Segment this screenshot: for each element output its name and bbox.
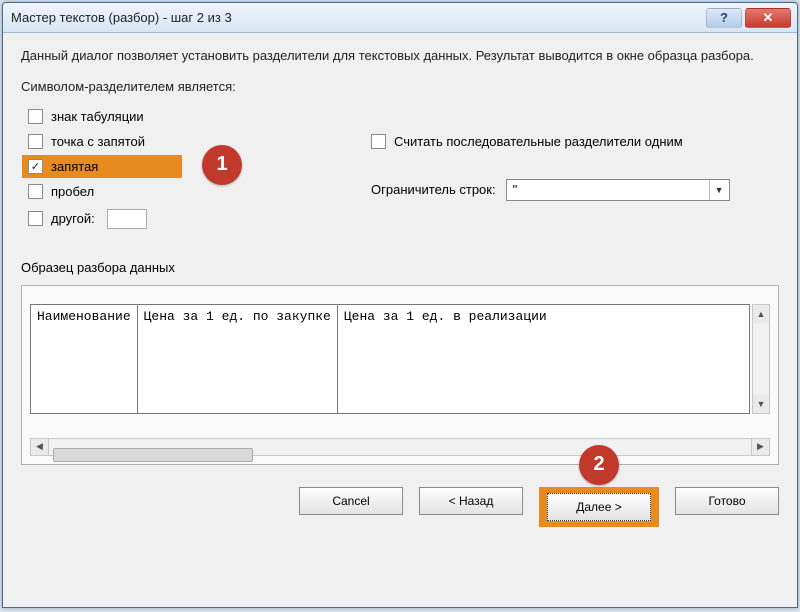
checkbox-label: Считать последовательные разделители одн… [394, 134, 683, 149]
checkbox-icon [28, 159, 43, 174]
text-qualifier-combo[interactable]: " ▼ [506, 179, 730, 201]
titlebar[interactable]: Мастер текстов (разбор) - шаг 2 из 3 ? ✕ [3, 3, 797, 33]
preview-area: Наименование Цена за 1 ед. по закупке Це… [21, 285, 779, 465]
preview-table: Наименование Цена за 1 ед. по закупке Це… [30, 304, 750, 414]
checkbox-label: знак табуляции [51, 109, 144, 124]
checkbox-icon [28, 134, 43, 149]
preview-label: Образец разбора данных [21, 260, 779, 275]
combo-value: " [507, 182, 709, 197]
close-icon: ✕ [763, 10, 774, 26]
button-label: Cancel [332, 494, 369, 508]
cancel-button[interactable]: Cancel [299, 487, 403, 515]
text-qualifier-label: Ограничитель строк: [371, 182, 496, 197]
preview-column: Наименование [31, 305, 138, 413]
next-button-highlight: 2 Далее > [539, 487, 659, 527]
text-qualifier-row: Ограничитель строк: " ▼ [371, 179, 779, 201]
dialog-window: Мастер текстов (разбор) - шаг 2 из 3 ? ✕… [2, 2, 798, 608]
checkbox-semicolon[interactable]: точка с запятой [22, 130, 330, 153]
checkbox-label: точка с запятой [51, 134, 145, 149]
options-row: знак табуляции точка с запятой запятая 1… [21, 104, 779, 242]
button-label: Готово [708, 494, 745, 508]
next-button[interactable]: Далее > [547, 493, 651, 521]
vertical-scrollbar[interactable]: ▲ ▼ [752, 304, 770, 414]
right-options: Считать последовательные разделители одн… [371, 104, 779, 242]
annotation-badge-1: 1 [202, 145, 242, 185]
checkbox-space[interactable]: пробел [22, 180, 330, 203]
close-button[interactable]: ✕ [745, 8, 791, 28]
delimiter-list: знак табуляции точка с запятой запятая 1… [21, 104, 331, 242]
checkbox-icon [28, 211, 43, 226]
checkbox-icon [28, 109, 43, 124]
button-label: Далее > [576, 500, 622, 514]
checkbox-consecutive[interactable]: Считать последовательные разделители одн… [371, 134, 779, 149]
checkbox-icon [371, 134, 386, 149]
dialog-footer: Cancel < Назад 2 Далее > Готово [3, 475, 797, 541]
window-title: Мастер текстов (разбор) - шаг 2 из 3 [11, 10, 706, 25]
chevron-down-icon: ▼ [709, 180, 729, 200]
other-delimiter-input[interactable] [107, 209, 147, 229]
checkbox-icon [28, 184, 43, 199]
scroll-right-icon[interactable]: ▶ [751, 439, 769, 455]
button-label: < Назад [449, 494, 494, 508]
scroll-left-icon[interactable]: ◀ [31, 439, 49, 455]
back-button[interactable]: < Назад [419, 487, 523, 515]
preview-column: Цена за 1 ед. по закупке [138, 305, 338, 413]
scroll-thumb[interactable] [53, 448, 253, 462]
finish-button[interactable]: Готово [675, 487, 779, 515]
dialog-description: Данный диалог позволяет установить разде… [21, 47, 779, 65]
checkbox-label: запятая [51, 159, 98, 174]
delimiter-group-label: Символом-разделителем является: [21, 79, 779, 94]
preview-column: Цена за 1 ед. в реализации [338, 305, 749, 413]
checkbox-tab[interactable]: знак табуляции [22, 105, 330, 128]
scroll-down-icon[interactable]: ▼ [753, 395, 769, 413]
annotation-badge-2: 2 [579, 445, 619, 485]
checkbox-label: пробел [51, 184, 94, 199]
scroll-up-icon[interactable]: ▲ [753, 305, 769, 323]
checkbox-label: другой: [51, 211, 95, 226]
horizontal-scrollbar[interactable]: ◀ ▶ [30, 438, 770, 456]
help-button[interactable]: ? [706, 8, 742, 28]
dialog-content: Данный диалог позволяет установить разде… [3, 33, 797, 475]
checkbox-other[interactable]: другой: [22, 205, 330, 233]
titlebar-buttons: ? ✕ [706, 8, 791, 28]
checkbox-comma[interactable]: запятая 1 [22, 155, 182, 178]
